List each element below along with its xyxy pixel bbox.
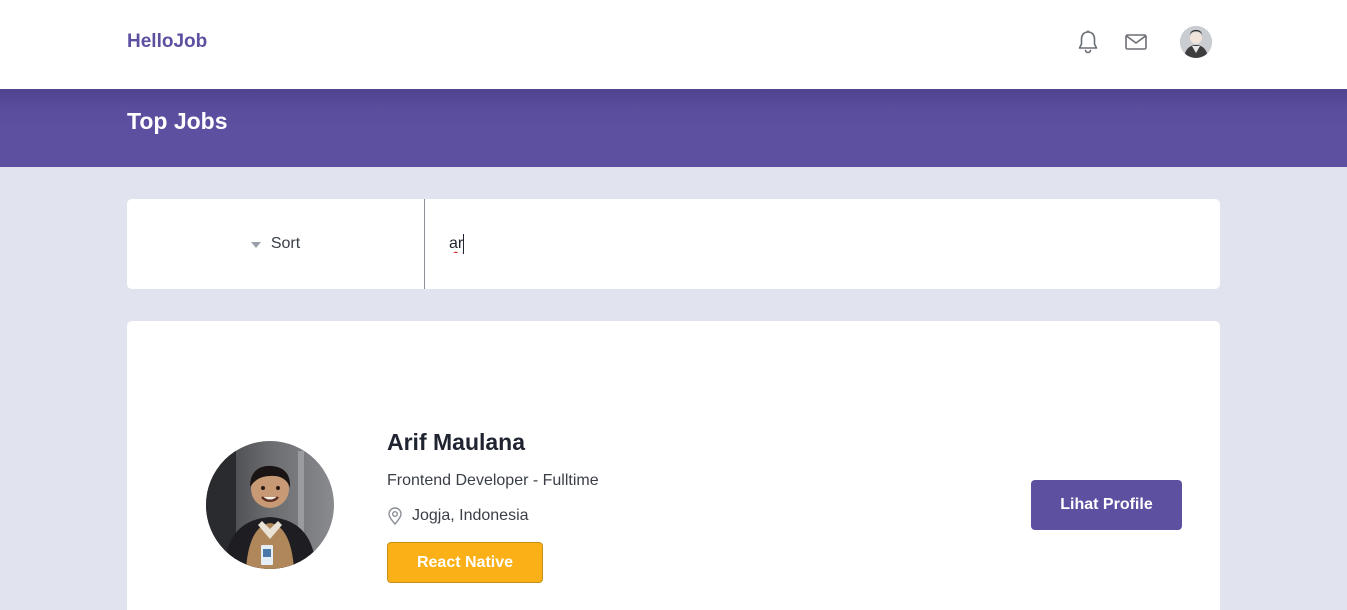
location-text: Jogja, Indonesia: [412, 507, 529, 524]
candidate-photo: [206, 441, 334, 569]
sort-dropdown[interactable]: Sort: [127, 199, 424, 289]
search-input[interactable]: [437, 224, 1207, 264]
user-avatar[interactable]: [1180, 26, 1212, 58]
sort-label: Sort: [270, 235, 301, 252]
caret-down-icon: [250, 242, 261, 248]
navbar: HelloJob: [0, 0, 1347, 89]
brand-logo[interactable]: HelloJob: [127, 31, 207, 53]
candidate-name: Arif Maulana: [387, 429, 526, 455]
filter-bar: Sort: [127, 199, 1220, 289]
skill-badge: React Native: [387, 542, 543, 583]
page-title: Top Jobs: [127, 108, 228, 134]
bell-icon[interactable]: [1075, 28, 1101, 56]
filter-divider: [424, 199, 425, 289]
text-cursor: [463, 234, 464, 254]
location-pin-icon: [388, 507, 402, 525]
mail-icon[interactable]: [1123, 28, 1149, 56]
candidate-card: Arif Maulana Frontend Developer - Fullti…: [127, 321, 1220, 610]
candidate-role: Frontend Developer - Fulltime: [387, 472, 599, 489]
page-banner: Top Jobs: [0, 89, 1347, 167]
view-profile-button[interactable]: Lihat Profile: [1031, 480, 1182, 530]
candidate-location: Jogja, Indonesia: [387, 507, 529, 525]
